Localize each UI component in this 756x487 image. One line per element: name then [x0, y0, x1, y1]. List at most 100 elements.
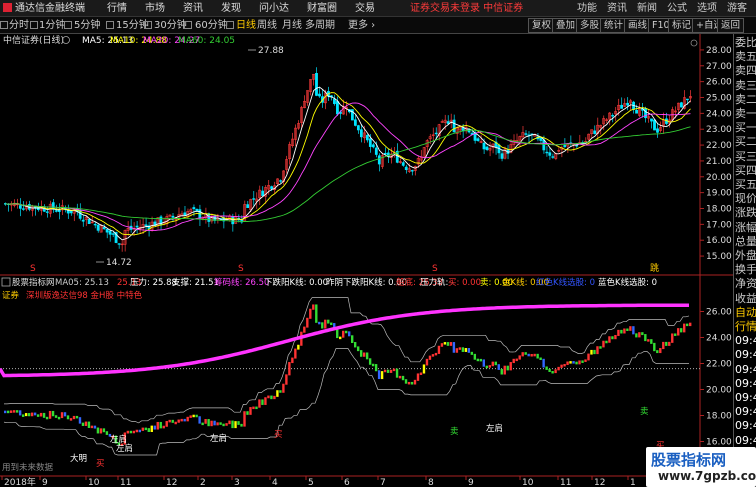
toolbar-button[interactable]: 标记 [668, 18, 696, 33]
period-tab[interactable]: 1分钟 [39, 17, 65, 34]
menu-item[interactable]: 市场 [136, 0, 174, 16]
candle-body [69, 210, 73, 214]
toolbar-button[interactable]: 画线 [624, 18, 652, 33]
y-tick-label: 22.00 [706, 141, 732, 151]
right-menu-item[interactable]: 新闻 [632, 0, 662, 17]
indicator-bar [533, 353, 536, 357]
sidebar-label: 总量 [735, 234, 756, 248]
indicator-bar [356, 346, 360, 352]
period-tab[interactable]: 分时 [9, 17, 29, 34]
period-checkbox[interactable] [0, 21, 8, 29]
indicator-bar [497, 364, 500, 370]
indicator-bar [353, 342, 357, 348]
y-tick-label: 18.00 [706, 205, 732, 215]
indicator-bar [225, 423, 228, 426]
right-menu-item[interactable]: 选项 [692, 0, 722, 17]
right-menu-item[interactable]: 资讯 [602, 0, 632, 17]
candle-body [545, 151, 549, 154]
indicator-bar [273, 395, 276, 400]
indicator-bar [186, 416, 189, 422]
indicator-bar [165, 421, 168, 427]
indicator-bar [249, 407, 252, 415]
right-menu-item[interactable]: 公式 [662, 0, 692, 17]
indicator-bar [419, 372, 423, 376]
period-checkbox[interactable] [64, 21, 72, 29]
period-tab[interactable]: 月线 [282, 17, 302, 34]
candle-body [135, 225, 139, 228]
indicator-bar [611, 336, 614, 340]
indicator-bar [575, 361, 578, 365]
period-tab[interactable]: 5分钟 [74, 17, 100, 34]
candle-body [111, 233, 115, 235]
indicator-bar [632, 326, 635, 335]
period-checkbox[interactable] [106, 21, 114, 29]
period-checkbox[interactable] [226, 21, 234, 29]
toolbar-button[interactable]: 返回 [717, 18, 745, 33]
indicator-bar [359, 350, 363, 357]
candle-body [81, 219, 85, 222]
period-tab[interactable]: 多周期 [305, 17, 335, 34]
indicator-bar [297, 344, 300, 350]
toolbar-button[interactable]: 复权 [528, 18, 556, 33]
menu-item[interactable]: 行情 [98, 0, 136, 16]
period-tab[interactable]: 周线 [257, 17, 277, 34]
right-menu: 功能 资讯 新闻 公式 选项 游客 [572, 0, 752, 17]
period-tab[interactable]: 30分钟 [154, 17, 187, 34]
sidebar-label: 09:47 [735, 391, 756, 404]
toolbar-button[interactable]: 多股 [576, 18, 604, 33]
indicator-bar [270, 395, 273, 400]
period-tab[interactable]: 60分钟 [195, 17, 228, 34]
toolbar-button[interactable]: 统计 [600, 18, 628, 33]
indicator-bar [327, 319, 330, 324]
indicator-bar [324, 319, 327, 329]
indicator-bar [668, 341, 671, 346]
period-checkbox[interactable] [30, 21, 38, 29]
menu-item[interactable]: 发现 [212, 0, 250, 16]
menu-item[interactable]: 财富圈 [298, 0, 346, 16]
y-tick-label: 25.00 [706, 94, 732, 104]
indicator-bar [228, 420, 231, 425]
indicator-bar [213, 420, 216, 426]
indicator-bar [129, 430, 133, 434]
event-marker: S [432, 264, 438, 274]
indicator-bar [530, 354, 533, 357]
indicator-bar [192, 414, 195, 418]
candle-body [318, 93, 321, 97]
indicator-bar [662, 341, 665, 350]
kline-chart[interactable]: 27.8814.72 中信证券(日线) MA5: 25.13MA10: 24.88… [0, 34, 733, 486]
indicator-bar [255, 406, 258, 410]
candle-body [93, 223, 97, 226]
candle-body [485, 146, 489, 151]
menu-item[interactable]: 资讯 [174, 0, 212, 16]
right-menu-item[interactable]: 游客 [722, 0, 752, 17]
indicator-bar [452, 342, 456, 353]
menu-item[interactable]: 交易 [346, 0, 384, 16]
toolbar-button[interactable]: 叠加 [552, 18, 580, 33]
indicator-bar [590, 349, 593, 355]
period-tab[interactable]: 更多 › [348, 17, 375, 34]
candle-body [371, 144, 375, 148]
indicator-bar [491, 361, 494, 367]
indicator-bar [303, 326, 306, 333]
period-checkbox[interactable] [144, 21, 152, 29]
period-checkbox[interactable] [184, 21, 192, 29]
candle-body [593, 130, 597, 134]
indicator-bar [644, 334, 647, 342]
menu-item[interactable]: 问小达 [250, 0, 298, 16]
sidebar-label: 涨跌 [735, 206, 756, 220]
stock-label: 中信证券(日线) [3, 34, 64, 46]
indicator-bar [392, 368, 396, 372]
period-tab[interactable]: 日线 [236, 17, 256, 34]
indicator-bar [60, 412, 64, 419]
indicator-tag: 下跌阳K线: 0.00 [264, 277, 328, 288]
event-marker: 跳 [650, 262, 659, 274]
indicator-bar [216, 422, 219, 426]
indicator-bar [647, 339, 650, 342]
indicator-bar [446, 342, 450, 346]
indicator-bar [545, 366, 548, 370]
indicator-bar [518, 355, 521, 360]
indicator-bar [156, 421, 159, 430]
right-menu-item[interactable]: 功能 [572, 0, 602, 17]
indicator-bar [219, 422, 222, 425]
indicator-bar [593, 349, 596, 355]
